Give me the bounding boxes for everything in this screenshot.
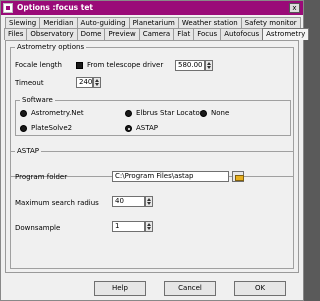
radio-platesolve2[interactable] [20,125,27,132]
app-icon [3,3,13,13]
options-window: Options :focus tet x Slewing Meridian Au… [0,0,310,301]
cancel-button[interactable]: Cancel [164,281,216,296]
radio-astap[interactable] [125,125,132,132]
program-folder-label: Program folder [15,173,68,181]
tab-observatory[interactable]: Observatory [26,28,78,40]
radio-none[interactable] [200,110,207,117]
radio-astap-label: ASTAP [136,124,158,132]
downsample-input[interactable]: 1 [112,221,145,232]
window-title: Options :focus tet [17,3,93,12]
software-title: Software [20,96,55,104]
software-group: Software Astrometry.Net Elbrus Star Loca… [15,96,291,136]
tab-preview[interactable]: Preview [104,28,140,40]
focale-length-input[interactable]: 580.00 [175,60,205,71]
tab-focus[interactable]: Focus [193,28,222,40]
radio-none-label: None [211,109,230,117]
tab-dome[interactable]: Dome [76,28,106,40]
focale-length-spinner[interactable] [205,60,213,71]
folder-browse-icon[interactable] [232,171,244,182]
radio-platesolve2-label: PlateSolve2 [31,124,73,132]
timeout-label: Timeout [15,79,44,87]
radio-astrometry-net-label: Astrometry.Net [31,109,84,117]
downsample-spinner[interactable] [145,221,153,232]
close-button[interactable]: x [289,3,300,13]
timeout-spinner[interactable] [93,77,101,88]
tab-flat[interactable]: Flat [173,28,195,40]
radio-astrometry-net[interactable] [20,110,27,117]
max-search-radius-spinner[interactable] [145,196,153,207]
max-search-radius-input[interactable]: 40 [112,196,145,207]
title-bar[interactable]: Options :focus tet x [1,1,303,15]
help-button[interactable]: Help [94,281,146,296]
astap-group: ASTAP Program folder C:\Program Files\as… [10,147,294,269]
ok-button[interactable]: OK [234,281,286,296]
astrometry-options-title: Astrometry options [15,43,87,51]
from-telescope-label: From telescope driver [87,61,164,69]
radio-elbrus[interactable] [125,110,132,117]
tab-camera[interactable]: Camera [138,28,175,40]
timeout-input[interactable]: 240 [76,77,93,88]
tab-autofocus[interactable]: Autofocus [220,28,264,40]
radio-elbrus-label: Elbrus Star Locator [136,109,203,117]
from-telescope-checkbox[interactable] [76,62,83,69]
astap-title: ASTAP [15,147,41,155]
downsample-label: Downsample [15,224,61,232]
program-folder-input[interactable]: C:\Program Files\astap [112,171,229,182]
tab-astrometry[interactable]: Astrometry [262,28,310,40]
astrometry-panel: Astrometry options Focale length From te… [5,40,299,273]
tab-row-2: Files Observatory Dome Preview Camera Fl… [4,28,310,40]
tab-files[interactable]: Files [4,28,28,40]
max-search-radius-label: Maximum search radius [15,199,99,207]
focale-length-label: Focale length [15,61,62,69]
